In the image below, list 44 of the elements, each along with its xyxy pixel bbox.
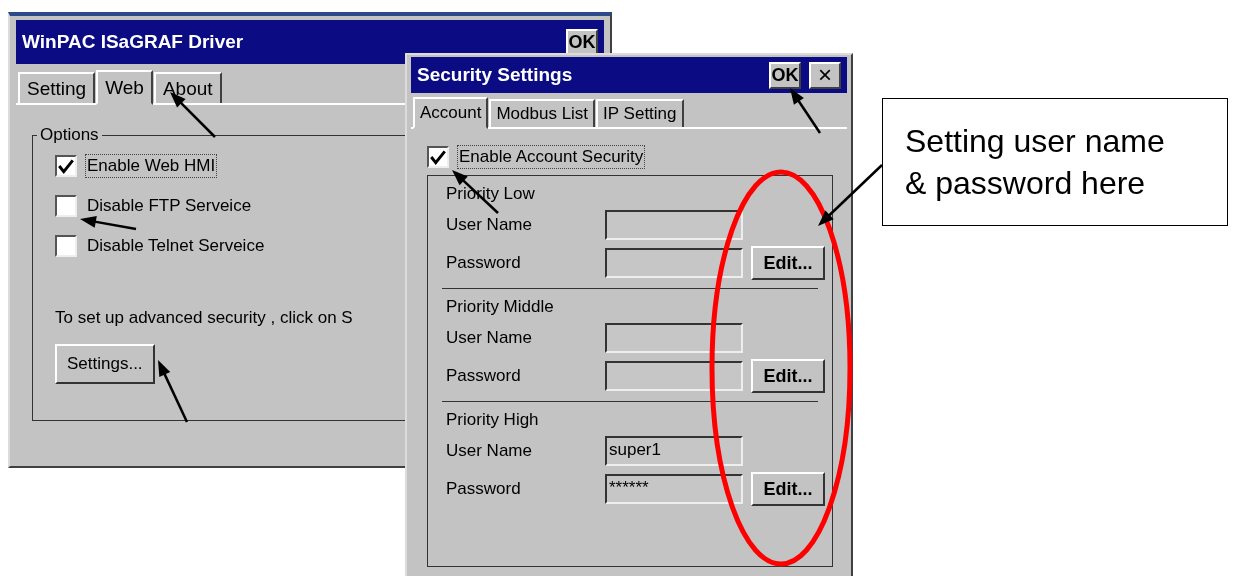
- tab[interactable]: Setting: [18, 72, 96, 103]
- field-label: User Name: [446, 328, 533, 348]
- checkbox-label: Disable FTP Serveice: [86, 195, 253, 217]
- window-title: WinPAC ISaGRAF Driver: [22, 31, 244, 53]
- group-title: Options: [37, 125, 102, 145]
- checkbox-label: Disable Telnet Serveice: [86, 235, 266, 257]
- field-label: Password: [446, 366, 522, 386]
- tab[interactable]: About: [153, 72, 222, 103]
- arrow: [158, 360, 189, 423]
- ok-button[interactable]: OK: [566, 28, 598, 56]
- field-label: User Name: [446, 441, 533, 461]
- checkbox-label: Enable Web HMI: [85, 154, 218, 178]
- field-label: Password: [446, 253, 522, 273]
- checkbox[interactable]: [55, 155, 77, 177]
- arrow: [818, 164, 883, 226]
- arrow: [80, 215, 137, 231]
- ok-button[interactable]: OK: [769, 61, 801, 89]
- password-field[interactable]: [605, 248, 743, 278]
- password-field[interactable]: [605, 361, 743, 391]
- user-name-field[interactable]: [605, 210, 743, 240]
- close-button[interactable]: ×: [809, 61, 841, 89]
- tab[interactable]: Modbus List: [489, 99, 596, 127]
- checkbox[interactable]: [55, 195, 77, 217]
- section-title: Priority High: [446, 410, 540, 430]
- section-title: Priority Middle: [446, 297, 555, 317]
- settings-button[interactable]: Settings...: [55, 344, 155, 384]
- field-label: User Name: [446, 215, 533, 235]
- window-title: Security Settings: [417, 64, 573, 86]
- edit-button[interactable]: Edit...: [751, 359, 825, 393]
- field-label: Password: [446, 479, 522, 499]
- edit-button[interactable]: Edit...: [751, 472, 825, 506]
- checkbox[interactable]: [55, 235, 77, 257]
- user-name-field[interactable]: [605, 323, 743, 353]
- edit-button[interactable]: Edit...: [751, 246, 825, 280]
- tab[interactable]: Web: [96, 70, 153, 105]
- tab[interactable]: Account: [413, 97, 489, 129]
- tab[interactable]: IP Setting: [596, 99, 684, 127]
- user-name-field[interactable]: super1: [605, 436, 743, 466]
- instruction-text: To set up advanced security , click on S: [55, 308, 353, 328]
- checkbox-label: Enable Account Security: [457, 145, 646, 169]
- callout-text: Setting user name & password here: [882, 98, 1228, 226]
- password-field[interactable]: ******: [605, 474, 743, 504]
- arrow: [790, 88, 822, 134]
- checkbox[interactable]: [427, 146, 449, 168]
